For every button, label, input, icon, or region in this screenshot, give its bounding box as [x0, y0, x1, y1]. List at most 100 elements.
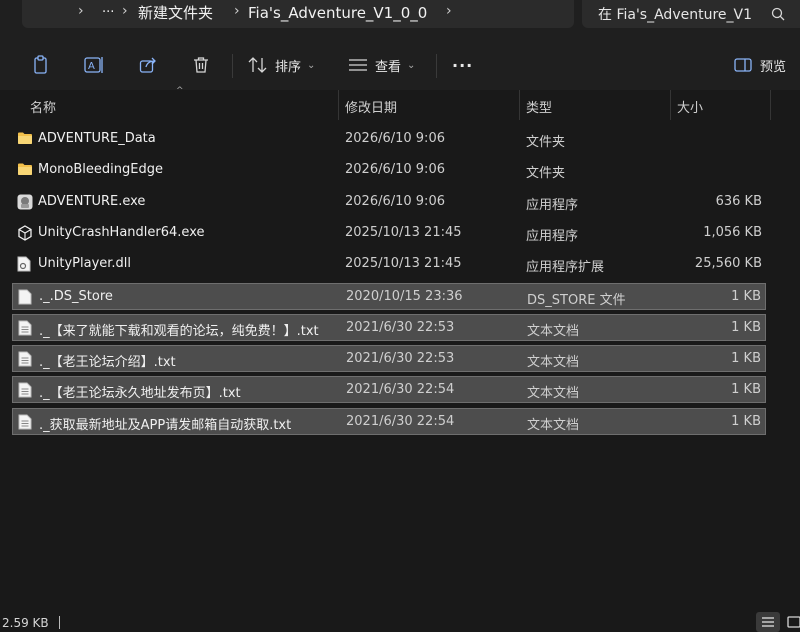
file-size: 25,560 KB [694, 256, 762, 272]
file-size: 1,056 KB [703, 224, 762, 240]
command-bar: A 排序 ⌄ 查看 ⌄ ··· 预览 [0, 40, 800, 90]
file-name: ._.DS_Store [39, 288, 113, 304]
preview-pane-button[interactable]: 预览 [734, 52, 786, 78]
file-modified-date: 2021/6/30 22:53 [346, 351, 455, 367]
file-row[interactable]: UnityCrashHandler64.exe 2025/10/13 21:45 应… [12, 220, 766, 247]
chevron-down-icon: ⌄ [407, 59, 416, 71]
status-divider [59, 616, 60, 629]
file-name: ._【来了就能下载和观看的论坛，纯免费！】.txt [39, 323, 319, 339]
text-file-icon [18, 351, 34, 367]
chevron-right-icon: › [234, 3, 240, 19]
file-row[interactable]: ._【老王论坛永久地址发布页】.txt 2021/6/30 22:54 文本文档 1 … [12, 376, 766, 404]
svg-text:A: A [88, 61, 95, 72]
breadcrumb-more[interactable]: ··· [102, 3, 114, 23]
chevron-down-icon: ⌄ [307, 59, 316, 71]
column-divider[interactable] [519, 90, 520, 120]
document-icon [18, 289, 34, 305]
file-row[interactable]: UnityPlayer.dll 2025/10/13 21:45 应用程序扩展 25,… [12, 251, 766, 278]
game-app-icon [17, 194, 33, 210]
file-name: MonoBleedingEdge [38, 162, 163, 178]
file-type: 应用程序 [526, 228, 579, 244]
tiles-view-button[interactable] [782, 612, 800, 632]
file-size: 1 KB [731, 413, 761, 429]
dll-file-icon [17, 256, 33, 272]
file-name: ADVENTURE.exe [38, 193, 146, 209]
text-file-icon [18, 382, 34, 398]
search-icon[interactable] [768, 4, 788, 24]
text-file-icon [18, 320, 34, 336]
sort-button[interactable]: 排序 ⌄ [248, 52, 315, 78]
file-modified-date: 2026/6/10 9:06 [345, 162, 445, 178]
column-header: ^ 名称 修改日期 类型 大小 [0, 86, 800, 120]
file-type: 应用程序 [526, 197, 579, 213]
rename-icon[interactable]: A [83, 54, 105, 76]
file-type: 文件夹 [526, 135, 566, 150]
file-type: 应用程序扩展 [526, 260, 605, 276]
file-size: 1 KB [731, 319, 761, 335]
view-label: 查看 [375, 59, 402, 75]
column-name[interactable]: 名称 [30, 97, 56, 116]
file-row[interactable]: ADVENTURE_Data 2026/6/10 9:06 文件夹 [12, 126, 766, 153]
copy-icon[interactable] [30, 54, 52, 76]
toolbar-divider [436, 54, 437, 78]
file-type: 文本文档 [527, 355, 580, 371]
file-type: 文件夹 [526, 166, 566, 182]
text-file-icon [18, 414, 34, 430]
chevron-right-icon: › [78, 3, 84, 19]
column-divider[interactable] [770, 90, 771, 120]
view-button[interactable]: 查看 ⌄ [348, 52, 415, 78]
file-row[interactable]: ._【老王论坛介绍】.txt 2021/6/30 22:53 文本文档 1 KB [12, 345, 766, 373]
column-size[interactable]: 大小 [677, 97, 703, 116]
search-placeholder: 在 Fia's_Adventure_V1 [598, 7, 752, 23]
file-row[interactable]: ADVENTURE.exe 2026/6/10 9:06 应用程序 636 KB [12, 189, 766, 216]
file-modified-date: 2025/10/13 21:45 [345, 224, 462, 240]
file-modified-date: 2021/6/30 22:53 [346, 319, 455, 335]
toolbar-divider [232, 54, 233, 78]
preview-label: 预览 [760, 59, 787, 75]
file-size: 1 KB [731, 351, 761, 367]
breadcrumb-item-current[interactable]: Fia's_Adventure_V1_0_0 [248, 3, 427, 23]
file-type: DS_STORE 文件 [527, 292, 626, 308]
file-row[interactable]: MonoBleedingEdge 2026/6/10 9:06 文件夹 [12, 157, 766, 184]
file-type: 文本文档 [527, 386, 580, 402]
sort-ascending-icon: ^ [176, 86, 184, 96]
selection-size: 2.59 KB [2, 616, 49, 630]
file-modified-date: 2020/10/15 23:36 [346, 288, 463, 304]
tiles-view-icon [787, 616, 800, 628]
delete-icon[interactable] [190, 54, 212, 76]
file-row[interactable]: ._【来了就能下载和观看的论坛，纯免费！】.txt 2021/6/30 22:53… [12, 313, 766, 341]
file-modified-date: 2021/6/30 22:54 [346, 382, 455, 398]
file-row[interactable]: ._.DS_Store 2020/10/15 23:36 DS_STORE 文件 1 … [12, 282, 766, 310]
details-view-icon [761, 616, 775, 628]
search-box[interactable]: 在 Fia's_Adventure_V1 [582, 0, 800, 28]
file-type: 文本文档 [527, 323, 580, 339]
file-name: ADVENTURE_Data [38, 131, 156, 146]
file-size: 636 KB [715, 193, 762, 209]
file-name: ._获取最新地址及APP请发邮箱自动获取.txt [39, 417, 292, 433]
column-divider[interactable] [338, 90, 339, 120]
file-name: UnityCrashHandler64.exe [38, 224, 205, 240]
folder-icon [17, 131, 33, 147]
file-size: 1 KB [731, 382, 761, 398]
chevron-right-icon: › [446, 3, 452, 19]
file-modified-date: 2021/6/30 22:54 [346, 413, 455, 429]
file-modified-date: 2025/10/13 21:45 [345, 256, 462, 272]
file-name: ._【老王论坛介绍】.txt [39, 355, 176, 371]
sort-label: 排序 [275, 59, 302, 75]
preview-pane-icon [734, 58, 752, 72]
chevron-right-icon: › [122, 3, 128, 19]
column-date[interactable]: 修改日期 [345, 97, 397, 116]
folder-icon [17, 162, 33, 178]
column-type[interactable]: 类型 [526, 97, 552, 116]
details-view-button[interactable] [756, 612, 780, 632]
file-name: UnityPlayer.dll [38, 256, 132, 272]
address-bar-area: › ··· › 新建文件夹 › Fia's_Adventure_V1_0_0 ›… [0, 0, 800, 40]
more-options-button[interactable]: ··· [452, 52, 473, 78]
view-list-icon [348, 58, 368, 72]
file-size: 1 KB [731, 288, 761, 304]
file-row[interactable]: ._获取最新地址及APP请发邮箱自动获取.txt 2021/6/30 22:54 文… [12, 407, 766, 435]
file-modified-date: 2026/6/10 9:06 [345, 193, 445, 209]
share-icon[interactable] [137, 54, 159, 76]
breadcrumb-item-parent[interactable]: 新建文件夹 [138, 3, 213, 23]
column-divider[interactable] [670, 90, 671, 120]
